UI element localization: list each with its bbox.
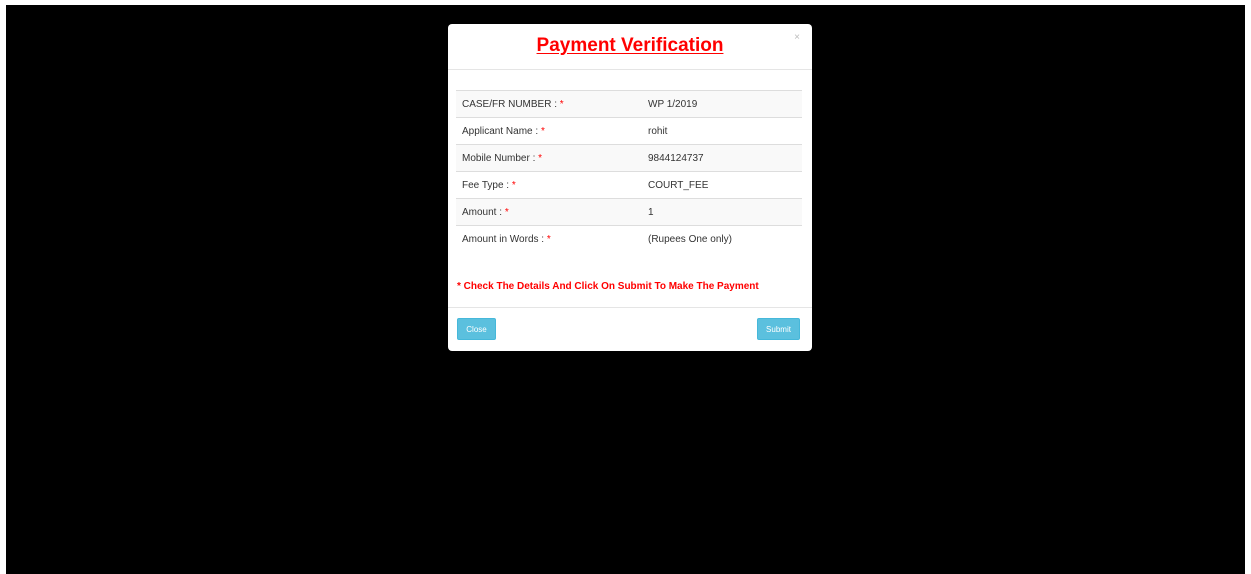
field-value: COURT_FEE xyxy=(642,171,802,199)
modal-title: Payment Verification xyxy=(536,35,724,56)
field-value: 9844124737 xyxy=(642,144,802,172)
modal-footer: Close Submit xyxy=(448,307,812,351)
table-row: CASE/FR NUMBER : * WP 1/2019 xyxy=(456,90,802,118)
close-button[interactable]: Close xyxy=(457,318,496,340)
field-label: CASE/FR NUMBER : * xyxy=(456,90,642,118)
table-row: Fee Type : * COURT_FEE xyxy=(456,171,802,199)
field-label: Fee Type : * xyxy=(456,171,642,199)
payment-verification-modal: Payment Verification × CASE/FR NUMBER : … xyxy=(448,24,812,351)
modal-header: Payment Verification × xyxy=(448,24,812,70)
submit-button[interactable]: Submit xyxy=(757,318,800,340)
field-label-text: Amount in Words : xyxy=(462,233,547,245)
table-row: Mobile Number : * 9844124737 xyxy=(456,144,802,172)
payment-details-table: CASE/FR NUMBER : * WP 1/2019 Applicant Nam… xyxy=(456,90,802,253)
required-mark: * xyxy=(538,152,543,164)
required-mark: * xyxy=(546,233,551,245)
field-label: Amount in Words : * xyxy=(456,225,642,253)
field-label-text: Amount : xyxy=(462,206,505,218)
table-row: Applicant Name : * rohit xyxy=(456,117,802,145)
required-mark: * xyxy=(504,206,509,218)
required-mark: * xyxy=(540,125,545,137)
instruction-note: * Check The Details And Click On Submit … xyxy=(457,281,759,292)
required-mark: * xyxy=(559,98,564,110)
table-row: Amount : * 1 xyxy=(456,198,802,226)
field-label: Amount : * xyxy=(456,198,642,226)
field-value: WP 1/2019 xyxy=(642,90,802,118)
field-value: rohit xyxy=(642,117,802,145)
field-value: 1 xyxy=(642,198,802,226)
field-label-text: Mobile Number : xyxy=(462,152,539,164)
close-icon[interactable]: × xyxy=(794,33,800,43)
field-value: (Rupees One only) xyxy=(642,225,802,253)
required-mark: * xyxy=(511,179,516,191)
field-label: Mobile Number : * xyxy=(456,144,642,172)
field-label-text: CASE/FR NUMBER : xyxy=(462,98,560,110)
field-label-text: Applicant Name : xyxy=(462,125,541,137)
table-row: Amount in Words : * (Rupees One only) xyxy=(456,225,802,253)
field-label: Applicant Name : * xyxy=(456,117,642,145)
field-label-text: Fee Type : xyxy=(462,179,512,191)
